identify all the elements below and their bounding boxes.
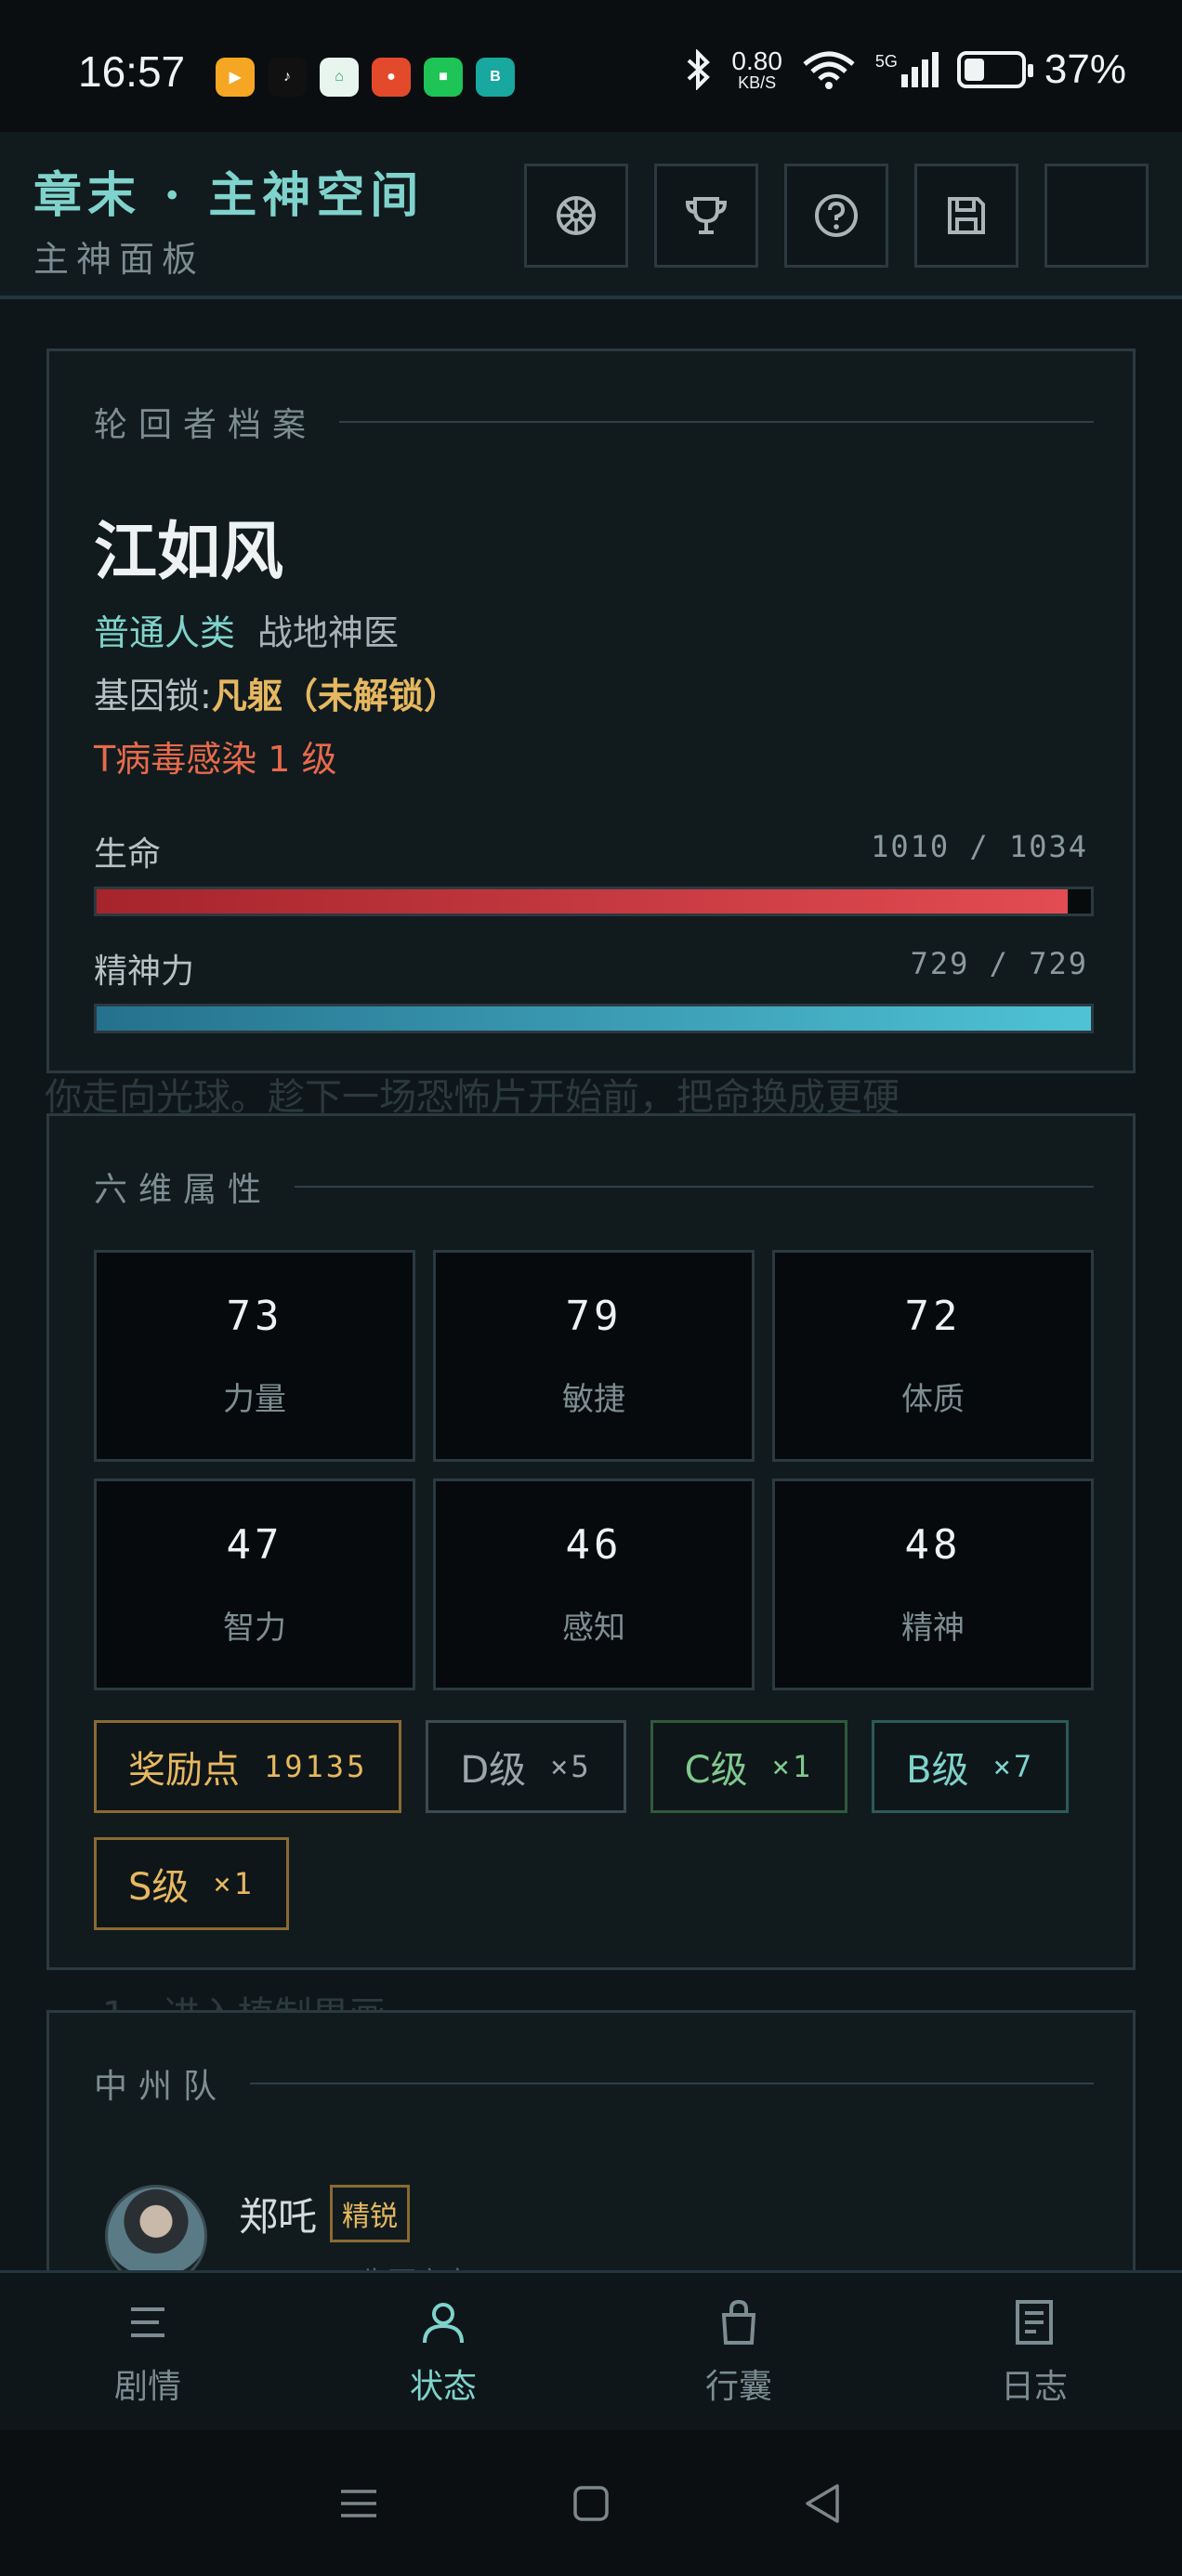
gene-lock-line: 基因锁:凡躯（未解锁） xyxy=(94,676,459,716)
reward-badge[interactable]: D级 ×5 xyxy=(426,1720,626,1813)
reward-badge[interactable]: B级 ×7 xyxy=(872,1720,1070,1813)
reward-badge[interactable]: 奖励点 19135 xyxy=(94,1720,402,1813)
section-title: 轮回者档案 xyxy=(94,398,1094,446)
attribute-grid: 73 力量 79 敏捷 72 体质 47 智力 46 感知 48 精神 xyxy=(94,1250,1094,1690)
sp-value: 729 / 729 xyxy=(910,946,1088,981)
infection-status: T病毒感染 1 级 xyxy=(94,739,337,780)
status-bar: 16:57 ▶ ♪ ⌂ ● ■ B 0.80 KB/S 5G 37% xyxy=(0,0,1182,132)
hp-value: 1010 / 1034 xyxy=(871,829,1088,864)
attribute-spirit: 48 精神 xyxy=(772,1479,1094,1690)
status-icons: 0.80 KB/S 5G 37% xyxy=(685,46,1126,93)
race-label: 普通人类 xyxy=(94,612,236,653)
menu-lines-icon xyxy=(131,2307,164,2337)
hp-label: 生命 xyxy=(94,835,162,874)
identity-line: 普通人类 战地神医 xyxy=(94,604,399,655)
nav-label: 剧情 xyxy=(113,2367,181,2406)
app-title: 章末 · 主神空间 xyxy=(33,167,425,224)
trophy-icon xyxy=(685,197,728,234)
recent-apps-icon[interactable] xyxy=(335,2480,382,2527)
battery-icon xyxy=(956,51,1033,88)
profile-card: 轮回者档案 江如风 普通人类 战地神医 基因锁:凡躯（未解锁） T病毒感染 1 级… xyxy=(46,348,1136,1073)
nav-status[interactable]: 状态 xyxy=(296,2273,591,2430)
user-icon xyxy=(423,2302,464,2343)
app-subtitle: 主神面板 xyxy=(33,239,205,280)
video-app-icon: ▶ xyxy=(216,58,255,97)
boss-app-icon: B xyxy=(476,58,515,97)
delivery-app-icon: ● xyxy=(372,58,411,97)
reward-badge[interactable]: S级 ×1 xyxy=(94,1837,289,1930)
log-icon xyxy=(1016,2299,1053,2345)
shopping-bag-app-icon: ■ xyxy=(424,58,463,97)
nav-inventory[interactable]: 行囊 xyxy=(591,2273,886,2430)
attribute-strength: 73 力量 xyxy=(94,1250,415,1462)
nav-label: 行囊 xyxy=(704,2367,772,2406)
header-toolbar xyxy=(524,164,1149,268)
nav-label: 日志 xyxy=(1000,2367,1068,2406)
character-name: 江如风 xyxy=(94,515,284,589)
gene-lock-value: 凡躯（未解锁） xyxy=(211,676,459,716)
sp-bar xyxy=(94,1004,1094,1033)
sp-bar-fill xyxy=(97,1006,1091,1031)
section-title: 中州队 xyxy=(94,2059,1094,2108)
elite-badge: 精锐 xyxy=(330,2185,411,2242)
trophy-button[interactable] xyxy=(654,164,758,268)
tiktok-icon: ♪ xyxy=(268,58,307,97)
system-navigation-bar xyxy=(0,2430,1182,2576)
notification-icons: ▶ ♪ ⌂ ● ■ B xyxy=(216,58,515,97)
sp-label: 精神力 xyxy=(94,953,195,991)
bag-icon xyxy=(721,2299,756,2345)
nav-label: 状态 xyxy=(409,2367,477,2406)
hp-bar xyxy=(94,887,1094,916)
wheel-button[interactable] xyxy=(524,164,628,268)
back-icon[interactable] xyxy=(800,2480,847,2527)
attributes-card: 六维属性 73 力量 79 敏捷 72 体质 47 智力 46 感知 48 精神 奖励点 19… xyxy=(46,1113,1136,1970)
nav-story[interactable]: 剧情 xyxy=(0,2273,296,2430)
hp-bar-fill xyxy=(97,889,1069,913)
member-name: 郑吒 xyxy=(239,2193,318,2240)
bluetooth-icon xyxy=(688,49,711,90)
bottom-navigation: 剧情 状态 行囊 日志 xyxy=(0,2270,1182,2430)
network-speed: 0.80 KB/S xyxy=(731,46,782,92)
battery-percent: 37% xyxy=(1044,46,1126,92)
job-label: 战地神医 xyxy=(257,612,400,653)
home-icon[interactable] xyxy=(568,2480,614,2527)
attribute-perception: 46 感知 xyxy=(433,1479,755,1690)
save-button[interactable] xyxy=(914,164,1018,268)
wheel-icon xyxy=(557,196,596,235)
clock: 16:57 xyxy=(78,47,186,96)
attribute-intelligence: 47 智力 xyxy=(94,1479,415,1690)
home-app-icon: ⌂ xyxy=(320,58,359,97)
reward-badge[interactable]: C级 ×1 xyxy=(650,1720,848,1813)
help-button[interactable] xyxy=(784,164,888,268)
help-icon xyxy=(815,194,858,237)
save-icon xyxy=(948,197,985,234)
app-header: 章末 · 主神空间 主神面板 xyxy=(0,132,1182,299)
reward-badges: 奖励点 19135 D级 ×5 C级 ×1 B级 ×7 S级 ×1 xyxy=(94,1720,1116,1930)
blank-button[interactable] xyxy=(1044,164,1149,268)
wifi-icon xyxy=(803,51,855,89)
nav-log[interactable]: 日志 xyxy=(886,2273,1182,2430)
attribute-constitution: 72 体质 xyxy=(772,1250,1094,1462)
cell-signal-icon: 5G xyxy=(875,52,939,87)
section-title: 六维属性 xyxy=(94,1163,1094,1211)
attribute-agility: 79 敏捷 xyxy=(433,1250,755,1462)
